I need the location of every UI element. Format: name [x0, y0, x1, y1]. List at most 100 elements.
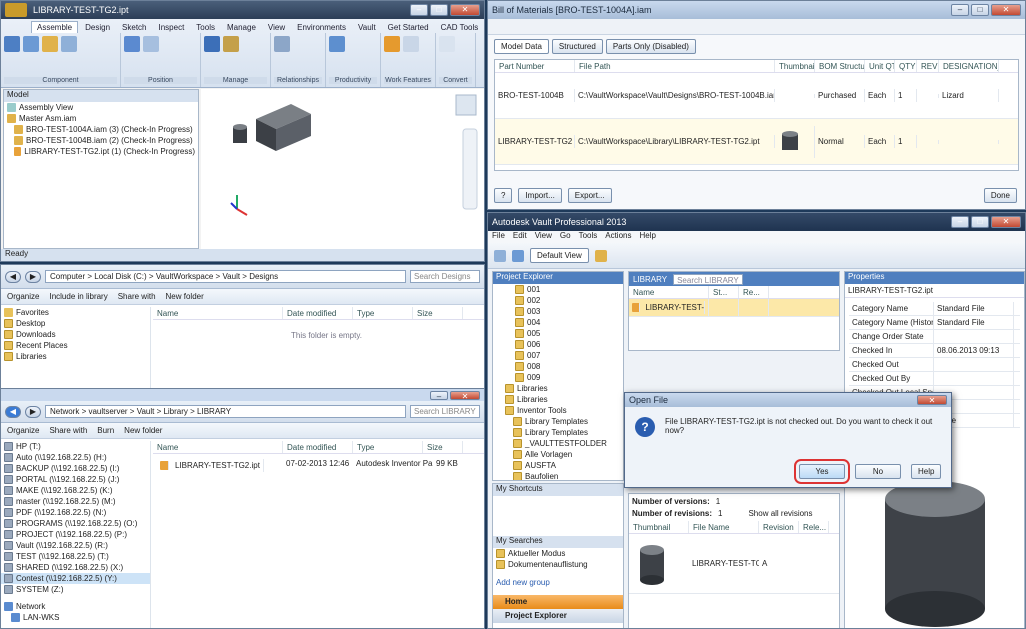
address-path[interactable]: Network > vaultserver > Vault > Library …	[45, 405, 406, 418]
folder-item[interactable]: 008	[493, 361, 623, 372]
menu-file[interactable]: File	[492, 231, 505, 243]
drive-item[interactable]: PROGRAMS (\\192.168.22.5) (O:)	[1, 518, 150, 529]
property-row[interactable]: Category Name Standard File	[849, 302, 1020, 316]
cell-structure[interactable]: Normal	[815, 135, 865, 148]
history-row[interactable]: LIBRARY-TEST-TG2.ipt A	[629, 534, 839, 594]
share-with-button[interactable]: Share with	[118, 292, 156, 301]
property-row[interactable]: Checked Out By	[849, 372, 1020, 386]
plane-icon[interactable]	[384, 36, 400, 52]
maximize-button[interactable]: □	[971, 4, 989, 16]
view-selector[interactable]: Default View	[530, 248, 589, 263]
tree-item[interactable]: LIBRARY-TEST-TG2.ipt (1) (Check-In Progr…	[4, 146, 198, 157]
col-revision[interactable]: Revision	[759, 521, 799, 533]
folder-item[interactable]: _VAULTTESTFOLDER	[493, 438, 623, 449]
export-button[interactable]: Export...	[567, 188, 612, 203]
property-row[interactable]: Change Order State	[849, 330, 1020, 344]
tab-inspect[interactable]: Inspect	[154, 22, 190, 33]
folder-item[interactable]: Alle Vorlagen	[493, 449, 623, 460]
folder-item[interactable]: 007	[493, 350, 623, 361]
minimize-button[interactable]: –	[951, 216, 969, 228]
col-rev[interactable]: REV	[917, 60, 939, 72]
property-row[interactable]: Checked In 08.06.2013 09:13	[849, 344, 1020, 358]
tab-design[interactable]: Design	[80, 22, 115, 33]
add-group-link[interactable]: Add new group	[493, 570, 623, 595]
folder-item[interactable]: Baufolien	[493, 471, 623, 480]
col-date[interactable]: Date modified	[283, 441, 353, 453]
include-library-button[interactable]: Include in library	[49, 292, 107, 301]
project-explorer-button[interactable]: Project Explorer	[493, 609, 623, 623]
folder-item[interactable]: 001	[493, 284, 623, 295]
col-qty[interactable]: QTY	[895, 60, 917, 72]
refresh-icon[interactable]	[512, 249, 524, 262]
table-row[interactable]: BRO-TEST-1004B C:\VaultWorkspace\Vault\D…	[495, 73, 1018, 119]
drive-item[interactable]: HP (T:)	[1, 441, 150, 452]
col-designation[interactable]: DESIGNATION_PL	[939, 60, 999, 72]
folder-item[interactable]: AUSFTA	[493, 460, 623, 471]
cell-structure[interactable]: Purchased	[815, 89, 865, 102]
tree-item[interactable]: Assembly View	[4, 102, 198, 113]
close-button[interactable]: ✕	[450, 390, 480, 401]
show-all-revisions-checkbox[interactable]: Show all revisions	[748, 509, 812, 518]
drive-item[interactable]: Auto (\\192.168.22.5) (H:)	[1, 452, 150, 463]
col-name[interactable]: Name	[629, 286, 709, 298]
property-row[interactable]: Category Name (Historic...Standard File	[849, 316, 1020, 330]
folder-item[interactable]: Library Templates	[493, 416, 623, 427]
nav-item[interactable]: Desktop	[1, 318, 150, 329]
tab-tools[interactable]: Tools	[191, 22, 220, 33]
drive-item[interactable]: LAN-WKS	[1, 612, 150, 623]
drive-item[interactable]: TEST (\\192.168.22.5) (T:)	[1, 551, 150, 562]
drive-item[interactable]: SYSTEM (Z:)	[1, 584, 150, 595]
folder-item[interactable]: 003	[493, 306, 623, 317]
no-button[interactable]: No	[855, 464, 901, 479]
forward-button[interactable]: ▶	[25, 270, 41, 283]
new-folder-button[interactable]: New folder	[166, 292, 204, 301]
tab-manage[interactable]: Manage	[222, 22, 261, 33]
graphics-window[interactable]	[201, 89, 484, 249]
assemble-icon[interactable]	[143, 36, 159, 52]
folder-item[interactable]: Libraries	[493, 394, 623, 405]
folder-item[interactable]: Libraries	[493, 383, 623, 394]
viewcube-icon[interactable]	[455, 94, 477, 116]
search-input[interactable]: Search LIBRARY	[673, 273, 744, 285]
maximize-button[interactable]: □	[430, 4, 448, 16]
tab-vault[interactable]: Vault	[353, 22, 381, 33]
forward-button[interactable]: ▶	[25, 405, 41, 418]
tab-sketch[interactable]: Sketch	[117, 22, 151, 33]
col-state[interactable]: St...	[709, 286, 739, 298]
col-unit-qty[interactable]: Unit QTY	[865, 60, 895, 72]
col-name[interactable]: Name	[153, 307, 283, 319]
help-button[interactable]: Help	[911, 464, 941, 479]
inventor-app-icon[interactable]	[5, 3, 27, 17]
folder-item[interactable]: 002	[493, 295, 623, 306]
col-rev[interactable]: Re...	[739, 286, 769, 298]
back-button[interactable]: ◀	[5, 405, 21, 418]
tab-parts-only[interactable]: Parts Only (Disabled)	[605, 39, 696, 54]
minimize-button[interactable]: –	[430, 390, 448, 401]
col-type[interactable]: Type	[353, 307, 413, 319]
organize-button[interactable]: Organize	[7, 426, 39, 435]
mirror-icon[interactable]	[61, 36, 77, 52]
pattern-icon[interactable]	[42, 36, 58, 52]
navigation-bar[interactable]	[462, 128, 478, 210]
nav-item[interactable]: Downloads	[1, 329, 150, 340]
nav-item[interactable]: Favorites	[1, 307, 150, 318]
convert-icon[interactable]	[439, 36, 455, 52]
tab-get-started[interactable]: Get Started	[383, 22, 434, 33]
bom-icon[interactable]	[204, 36, 220, 52]
col-release[interactable]: Rele...	[799, 521, 829, 533]
col-part-number[interactable]: Part Number	[495, 60, 575, 72]
tree-item[interactable]: BRO-TEST-1004B.iam (2) (Check-In Progres…	[4, 135, 198, 146]
col-size[interactable]: Size	[423, 441, 463, 453]
drive-item[interactable]: master (\\192.168.22.5) (M:)	[1, 496, 150, 507]
search-item[interactable]: Aktueller Modus	[493, 548, 623, 559]
organize-button[interactable]: Organize	[7, 292, 39, 301]
drive-item[interactable]: PROJECT (\\192.168.22.5) (P:)	[1, 529, 150, 540]
dialog-close-button[interactable]: ✕	[917, 395, 947, 405]
axis-icon[interactable]	[403, 36, 419, 52]
tab-view[interactable]: View	[263, 22, 290, 33]
folder-item[interactable]: 005	[493, 328, 623, 339]
col-thumbnail[interactable]: Thumbnail	[775, 60, 815, 72]
col-thumbnail[interactable]: Thumbnail	[629, 521, 689, 533]
menu-edit[interactable]: Edit	[513, 231, 527, 243]
productivity-icon[interactable]	[329, 36, 345, 52]
